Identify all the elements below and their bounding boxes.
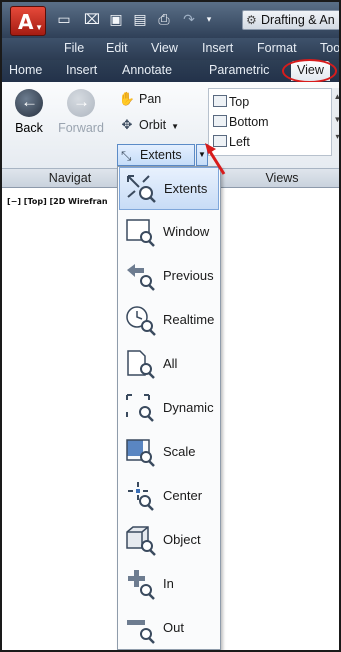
menu-item-window[interactable]: Window [119,211,219,254]
menu-format[interactable]: Format [257,41,297,55]
back-button[interactable]: ← Back [8,89,50,135]
menu-item-label: Out [163,620,184,635]
dropdown-icon[interactable]: ▾ [199,10,219,28]
forward-label: Forward [58,121,104,135]
menu-item-label: Center [163,488,203,503]
menu-item-label: All [163,356,178,371]
menu-item-scale[interactable]: Scale [119,431,219,474]
views-panel-label: Views [265,171,299,185]
tab-home[interactable]: Home [9,63,42,77]
chevron-down-icon: ▼ [171,122,180,131]
view-left-label: Left [229,135,250,149]
menu-item-in[interactable]: In [119,563,219,606]
scroll-up-icon[interactable]: ▲ [332,92,339,101]
forward-button[interactable]: → Forward [54,89,108,135]
zoom-window-icon [124,216,158,248]
view-bottom[interactable]: Bottom [213,115,269,129]
menu-view[interactable]: View [151,41,178,55]
zoom-extents-button[interactable]: ⤡ Extents [117,144,195,166]
pan-hand-icon: ✋ [118,91,136,106]
view-bottom-label: Bottom [229,115,269,129]
menu-item-all[interactable]: All [119,343,219,386]
menu-item-dynamic[interactable]: Dynamic [119,387,219,430]
menu-edit[interactable]: Edit [106,41,128,55]
tab-parametric[interactable]: Parametric [209,63,269,77]
red-arrow-annotation [205,143,226,175]
menu-item-label: Previous [163,268,214,283]
workspace-switcher[interactable]: ⚙ Drafting & An [242,10,339,30]
menu-tools[interactable]: Too [320,41,339,55]
menu-item-realtime[interactable]: Realtime [119,299,219,342]
zoom-dynamic-icon [124,392,158,424]
menu-item-label: Dynamic [163,400,214,415]
workspace-label: Drafting & An [261,13,335,27]
menu-item-label: Scale [163,444,196,459]
extents-label: Extents [140,148,182,162]
gear-icon: ⚙ [246,13,257,27]
view-cube-icon [213,95,227,107]
zoom-previous-icon [124,260,158,292]
save-icon[interactable]: ▣ [106,10,126,28]
chevron-down-icon: ▼ [35,23,43,32]
views-panel-title[interactable]: Views [221,168,339,188]
menu-insert[interactable]: Insert [202,41,233,55]
pan-label: Pan [139,92,162,106]
application-menu-button[interactable]: A ▼ [10,6,46,36]
highlight-ring [282,59,337,83]
zoom-in-icon [124,568,158,600]
menu-item-label: Realtime [163,312,215,327]
zoom-extents-icon: ⤡ [121,148,132,163]
zoom-center-icon [124,480,158,512]
scroll-down-icon[interactable]: ▼ [332,115,339,124]
menu-item-label: Extents [164,181,208,196]
autocad-logo-icon: A [18,10,34,34]
tab-insert[interactable]: Insert [66,63,97,77]
saveas-icon[interactable]: ▤ [130,10,150,28]
view-cube-icon [213,115,227,127]
zoom-object-icon [124,524,158,556]
new-icon[interactable]: ▭ [54,10,74,28]
menu-item-center[interactable]: Center [119,475,219,518]
back-label: Back [15,121,43,135]
view-top-label: Top [229,95,250,109]
open-icon[interactable]: ⌧ [82,10,102,28]
pan-button[interactable]: ✋ Pan [118,91,161,107]
zoom-all-icon [124,348,158,380]
menu-item-label: Object [163,532,201,547]
menu-file[interactable]: File [64,41,84,55]
print-icon[interactable]: ⎙ [154,10,174,28]
menu-item-object[interactable]: Object [119,519,219,562]
zoom-scale-icon [124,436,158,468]
zoom-extents-icon [125,173,159,205]
quick-access-toolbar: A ▼ ▭ ⌧ ▣ ▤ ⎙ ↷ ▾ ⚙ Drafting & An [2,2,339,38]
app-window: A ▼ ▭ ⌧ ▣ ▤ ⎙ ↷ ▾ ⚙ Drafting & An File E… [0,0,341,652]
zoom-dropdown-menu: Extents Window Previous Realtime All Dyn… [117,166,221,650]
orbit-button[interactable]: ✥ Orbit ▼ [118,117,179,133]
zoom-out-icon [124,612,158,644]
menu-item-label: In [163,576,174,591]
view-top[interactable]: Top [213,95,249,109]
viewport-controls-label[interactable]: [−] [Top] [2D Wirefran [7,197,108,206]
redo-icon[interactable]: ↷ [179,10,199,28]
tab-annotate[interactable]: Annotate [122,63,172,77]
forward-arrow-icon: → [67,89,95,117]
menu-item-label: Window [163,224,210,239]
orbit-icon: ✥ [121,117,133,132]
back-arrow-icon: ← [15,89,43,117]
zoom-realtime-icon [124,304,158,336]
navigate-panel-label: Navigat [48,171,92,185]
menu-item-previous[interactable]: Previous [119,255,219,298]
views-scrollbar[interactable]: ▲ ▼ ▾ [331,88,339,156]
menu-bar: File Edit View Insert Format Too [2,38,339,60]
menu-item-out[interactable]: Out [119,607,219,650]
orbit-label: Orbit [139,118,167,132]
scroll-more-icon[interactable]: ▾ [332,132,339,141]
